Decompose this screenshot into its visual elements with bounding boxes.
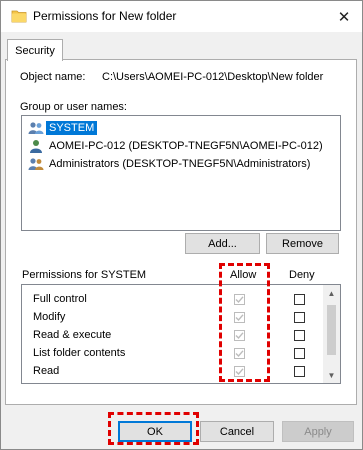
title-bar: Permissions for New folder ✕	[1, 1, 362, 32]
permissions-header: Permissions for SYSTEM	[22, 269, 147, 281]
scroll-thumb[interactable]	[327, 305, 336, 355]
permission-name: Read	[33, 365, 60, 377]
deny-checkbox[interactable]	[294, 294, 305, 305]
permission-name: List folder contents	[33, 347, 126, 359]
object-name-value: C:\Users\AOMEI-PC-012\Desktop\New folder	[102, 71, 324, 83]
list-item-user[interactable]: AOMEI-PC-012 (DESKTOP-TNEGF5N\AOMEI-PC-0…	[28, 138, 326, 154]
list-item-system[interactable]: SYSTEM	[28, 120, 98, 136]
table-row: Full control	[22, 290, 322, 308]
list-item-label: Administrators (DESKTOP-TNEGF5N\Administ…	[49, 158, 311, 170]
window-title: Permissions for New folder	[33, 9, 177, 23]
tab-security[interactable]: Security	[7, 39, 63, 61]
apply-button[interactable]: Apply	[282, 421, 354, 442]
deny-checkbox[interactable]	[294, 312, 305, 323]
table-row: List folder contents	[22, 344, 322, 362]
scroll-up-icon[interactable]: ▲	[323, 285, 340, 301]
group-names-label: Group or user names:	[20, 101, 127, 113]
table-row: Read	[22, 362, 322, 380]
deny-checkbox[interactable]	[294, 330, 305, 341]
permission-name: Modify	[33, 311, 66, 323]
table-row: Modify	[22, 308, 322, 326]
list-item-label: SYSTEM	[46, 121, 98, 135]
folder-icon	[11, 10, 27, 23]
deny-column-header: Deny	[289, 269, 315, 281]
user-icon	[30, 140, 42, 153]
list-item-label: AOMEI-PC-012 (DESKTOP-TNEGF5N\AOMEI-PC-0…	[49, 140, 323, 152]
object-name-label: Object name:	[20, 71, 86, 83]
permission-name: Full control	[33, 293, 87, 305]
cancel-button[interactable]: Cancel	[200, 421, 274, 442]
users-group-icon	[28, 122, 44, 134]
tab-security-label: Security	[15, 44, 55, 57]
user-list[interactable]: SYSTEM AOMEI-PC-012 (DESKTOP-TNEGF5N\AOM…	[21, 115, 341, 231]
users-group-icon	[28, 158, 44, 170]
add-button[interactable]: Add...	[185, 233, 260, 254]
deny-checkbox[interactable]	[294, 348, 305, 359]
remove-button[interactable]: Remove	[266, 233, 339, 254]
permissions-scrollbar[interactable]: ▲ ▼	[323, 285, 340, 383]
deny-checkbox[interactable]	[294, 366, 305, 377]
permission-name: Read & execute	[33, 329, 112, 341]
list-item-administrators[interactable]: Administrators (DESKTOP-TNEGF5N\Administ…	[28, 156, 313, 172]
table-row: Read & execute	[22, 326, 322, 344]
ok-button-annotation	[108, 412, 199, 445]
permissions-list: Full control Modify Read & execute List …	[21, 284, 341, 384]
scroll-down-icon[interactable]: ▼	[323, 367, 340, 383]
allow-column-annotation	[219, 263, 270, 382]
close-button[interactable]: ✕	[326, 1, 362, 32]
close-icon: ✕	[337, 8, 351, 26]
